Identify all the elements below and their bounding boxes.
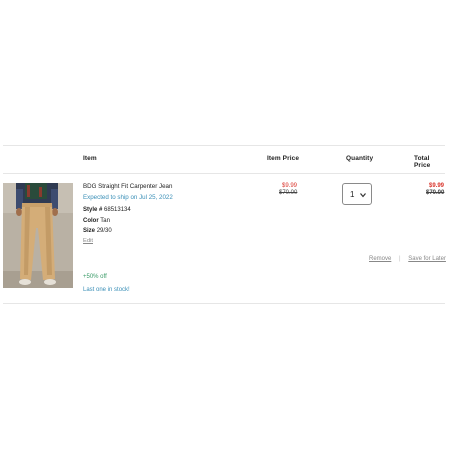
quantity-select[interactable]: 1: [342, 183, 372, 205]
row-actions: Remove | Save for Later: [369, 256, 446, 262]
style-label: Style #: [83, 207, 103, 213]
quantity-value: 1: [350, 190, 355, 199]
stock-note: Last one in stock!: [83, 287, 130, 293]
actions-divider: |: [399, 256, 401, 262]
size-label: Size: [83, 228, 96, 234]
unit-price-sale: $9.99: [282, 183, 298, 189]
color-label: Color: [83, 218, 99, 224]
header-bottom-divider: [3, 173, 445, 174]
header-top-divider: [3, 145, 445, 146]
chevron-down-icon: [360, 193, 366, 198]
size-value: 29/30: [96, 228, 112, 234]
edit-link[interactable]: Edit: [83, 238, 93, 244]
color-value: Tan: [100, 218, 110, 224]
column-header-item-price: Item Price: [267, 155, 300, 162]
style-number: Style # 68513134: [83, 207, 131, 213]
promo-badge: +50% off: [83, 274, 107, 280]
product-image[interactable]: [3, 183, 73, 288]
total-price-original: $70.00: [426, 190, 445, 196]
style-value: 68513134: [104, 207, 131, 213]
column-header-total-price: Total Price: [414, 155, 431, 169]
unit-price-original: $70.00: [279, 190, 298, 196]
color-attribute: Color Tan: [83, 218, 110, 224]
size-attribute: Size 29/30: [83, 228, 112, 234]
ship-date-note: Expected to ship on Jul 25, 2022: [83, 194, 173, 201]
product-name[interactable]: BDG Straight Fit Carpenter Jean: [83, 183, 172, 190]
column-header-item: Item: [83, 155, 97, 162]
save-for-later-link[interactable]: Save for Later: [408, 256, 446, 262]
total-price-sale: $9.99: [429, 183, 445, 189]
row-bottom-divider: [3, 303, 445, 304]
remove-link[interactable]: Remove: [369, 256, 391, 262]
column-header-quantity: Quantity: [346, 155, 374, 162]
